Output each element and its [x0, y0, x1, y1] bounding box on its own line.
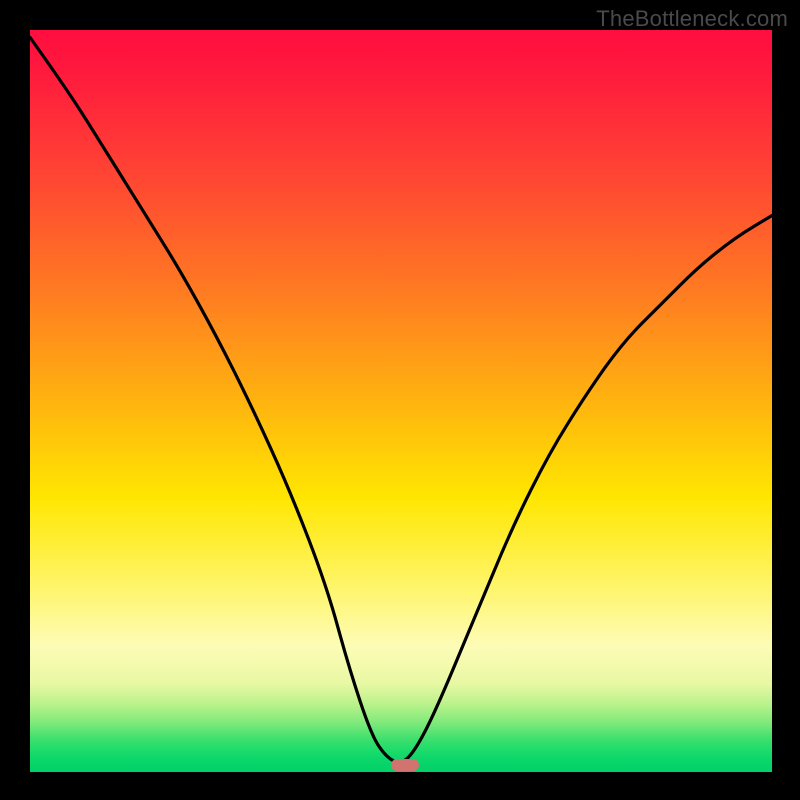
bottleneck-curve	[30, 30, 772, 772]
optimal-marker	[391, 759, 419, 771]
watermark-text: TheBottleneck.com	[596, 6, 788, 32]
plot-area	[30, 30, 772, 772]
chart-frame: TheBottleneck.com	[0, 0, 800, 800]
